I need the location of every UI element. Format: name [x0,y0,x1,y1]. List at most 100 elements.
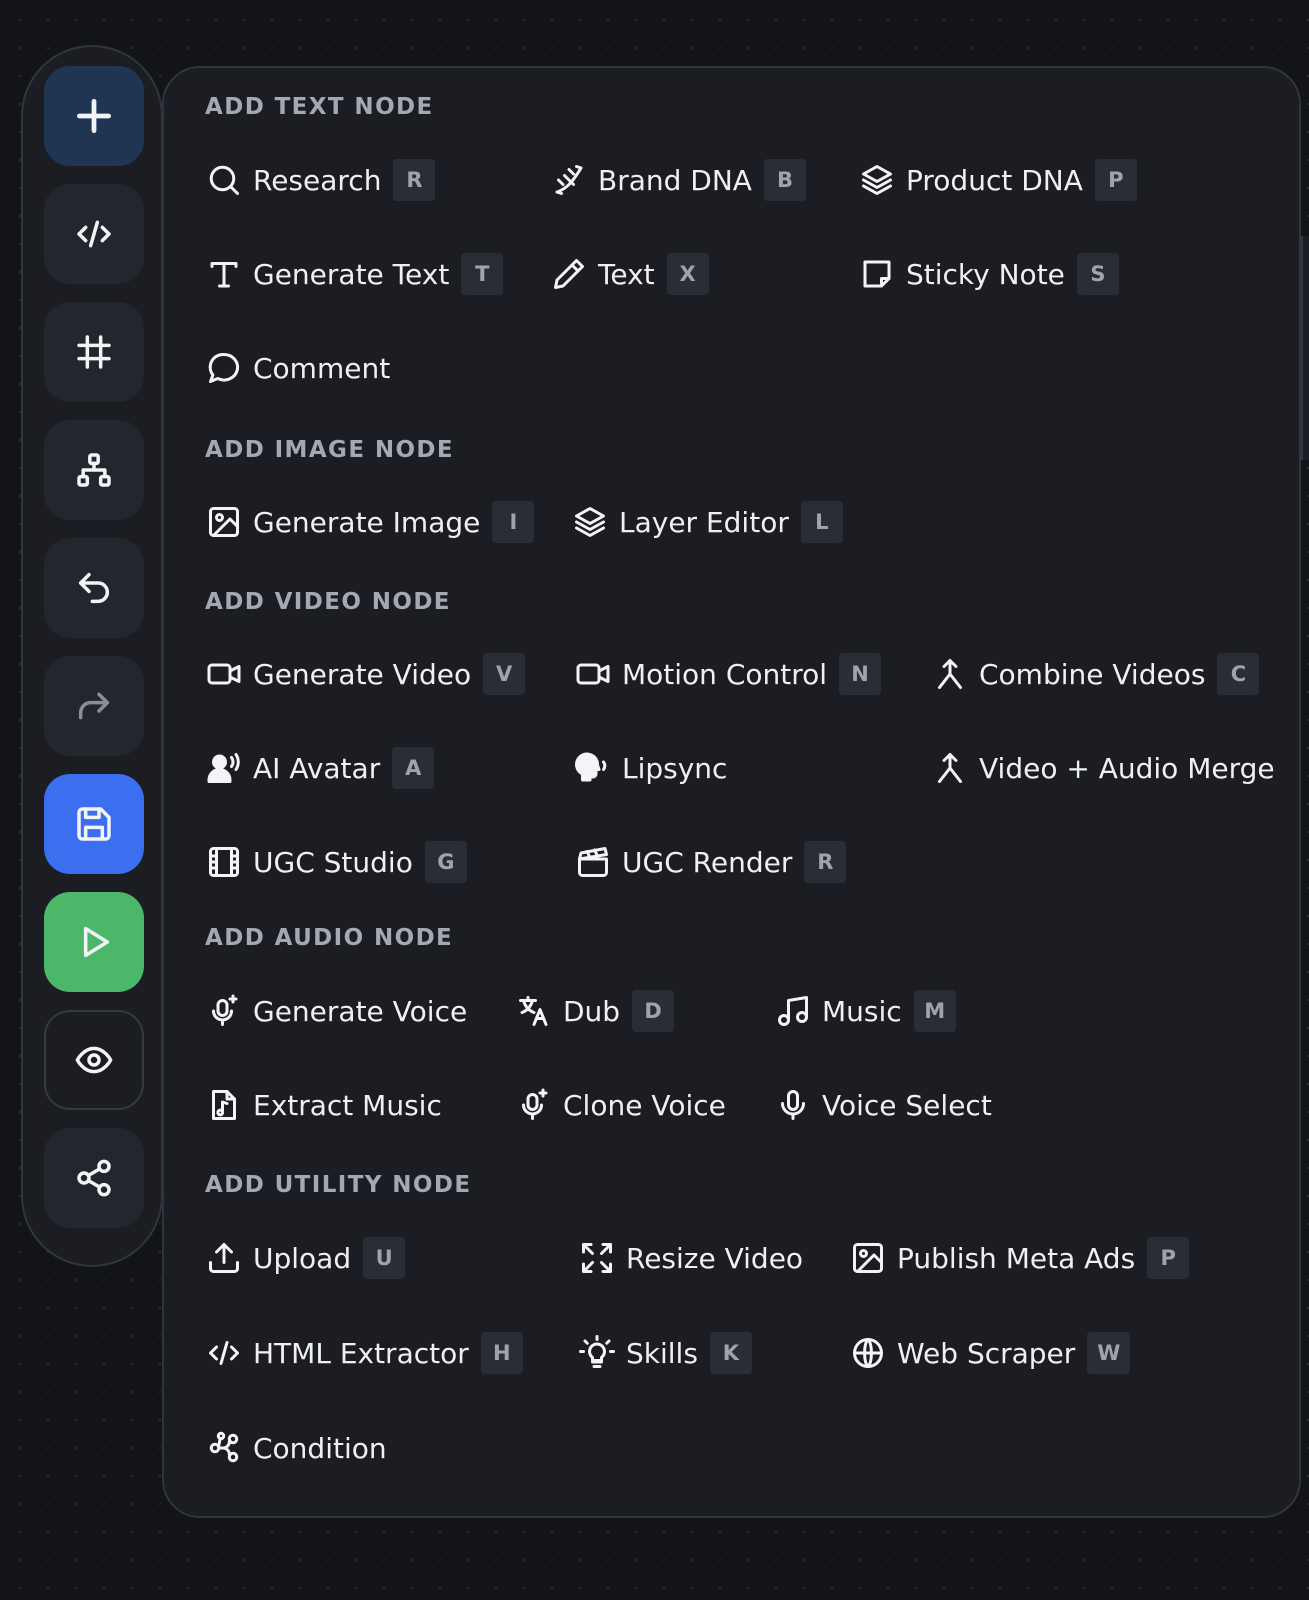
menu-item-generate-text[interactable]: Generate Text T [205,252,504,296]
share-icon [77,1159,111,1197]
menu-item-music[interactable]: Music M [774,989,956,1033]
mic-sparkle-icon [515,1086,553,1124]
share-button[interactable] [44,1128,144,1228]
menu-item-comment[interactable]: Comment [205,346,390,390]
menu-item-layer-editor[interactable]: Layer Editor L [571,500,843,544]
shortcut-badge: P [1094,159,1137,201]
menu-item-upload[interactable]: Upload U [205,1236,406,1280]
menu-item-combine-videos[interactable]: Combine Videos C [931,652,1260,696]
comment-icon [205,349,243,387]
menu-item-video-audio-merge[interactable]: Video + Audio Merge [931,746,1275,790]
item-label: Research [253,163,382,197]
item-label: UGC Render [622,845,793,879]
menu-item-clone-voice[interactable]: Clone Voice [515,1083,726,1127]
item-label: Brand DNA [598,163,752,197]
globe-icon [849,1334,887,1372]
menu-item-skills[interactable]: Skills K [578,1331,752,1375]
section-title-utility: ADD UTILITY NODE [205,1172,472,1198]
shortcut-badge: G [424,841,467,883]
item-label: Generate Image [253,505,481,539]
code-button[interactable] [44,184,144,284]
hierarchy-icon [77,453,111,487]
menu-item-generate-video[interactable]: Generate Video V [205,652,526,696]
type-icon [205,255,243,293]
shortcut-badge: R [804,841,847,883]
sticky-note-icon [858,255,896,293]
item-label: UGC Studio [253,845,413,879]
menu-item-extract-music[interactable]: Extract Music [205,1083,442,1127]
menu-item-html-extractor[interactable]: HTML Extractor H [205,1331,523,1375]
item-label: Dub [563,994,621,1028]
lightbulb-icon [578,1334,616,1372]
shortcut-badge: C [1217,653,1260,695]
menu-item-generate-voice[interactable]: Generate Voice [205,989,467,1033]
menu-item-condition[interactable]: Condition [205,1426,387,1470]
image-icon [849,1239,887,1277]
menu-item-ai-avatar[interactable]: AI Avatar A [205,746,435,790]
menu-item-voice-select[interactable]: Voice Select [774,1083,992,1127]
structure-button[interactable] [44,420,144,520]
mic-icon [774,1086,812,1124]
menu-item-generate-image[interactable]: Generate Image I [205,500,535,544]
item-label: Resize Video [626,1241,804,1275]
item-label: AI Avatar [253,751,381,785]
merge-icon [931,749,969,787]
menu-item-product-dna[interactable]: Product DNA P [858,158,1137,202]
item-label: HTML Extractor [253,1336,469,1370]
menu-item-publish-meta-ads[interactable]: Publish Meta Ads P [849,1236,1190,1280]
item-label: Generate Video [253,657,472,691]
item-label: Generate Voice [253,994,468,1028]
frame-button[interactable] [44,302,144,402]
shortcut-badge: L [800,501,843,543]
code-icon [205,1334,243,1372]
redo-icon [78,692,110,720]
menu-item-resize-video[interactable]: Resize Video [578,1236,803,1280]
clapperboard-icon [574,843,612,881]
item-label: Layer Editor [619,505,789,539]
floppy-disk-icon [77,807,111,841]
shortcut-badge: D [632,990,675,1032]
shortcut-badge: P [1147,1237,1190,1279]
item-label: Clone Voice [563,1088,726,1122]
item-label: Text [598,257,655,291]
speaking-person-icon [205,749,243,787]
background-panel-edge [1301,236,1309,460]
shortcut-badge: S [1076,253,1119,295]
item-label: Upload [253,1241,352,1275]
layers-icon [571,503,609,541]
run-button[interactable] [44,892,144,992]
menu-item-lipsync[interactable]: Lipsync [574,746,727,790]
save-button[interactable] [44,774,144,874]
item-label: Publish Meta Ads [897,1241,1136,1275]
menu-item-web-scraper[interactable]: Web Scraper W [849,1331,1131,1375]
redo-button[interactable] [44,656,144,756]
item-label: Skills [626,1336,698,1370]
search-icon [205,161,243,199]
music-note-icon [774,992,812,1030]
undo-button[interactable] [44,538,144,638]
item-label: Sticky Note [906,257,1065,291]
menu-item-text[interactable]: Text X [550,252,709,296]
menu-item-motion-control[interactable]: Motion Control N [574,652,882,696]
section-title-image: ADD IMAGE NODE [205,437,455,463]
frame-icon [77,335,111,369]
menu-item-ugc-render[interactable]: UGC Render R [574,840,847,884]
add-node-button[interactable] [44,66,144,166]
speaking-head-icon [574,749,612,787]
menu-item-ugc-studio[interactable]: UGC Studio G [205,840,467,884]
flow-icon [205,1429,243,1467]
preview-button[interactable] [44,1010,144,1110]
undo-icon [78,572,110,604]
shortcut-badge: I [492,501,535,543]
item-label: Condition [253,1431,387,1465]
menu-item-sticky-note[interactable]: Sticky Note S [858,252,1119,296]
shortcut-badge: B [763,159,806,201]
upload-icon [205,1239,243,1277]
menu-item-brand-dna[interactable]: Brand DNA B [550,158,806,202]
menu-item-dub[interactable]: Dub D [515,989,675,1033]
item-label: Generate Text [253,257,450,291]
menu-item-research[interactable]: Research R [205,158,436,202]
resize-icon [578,1239,616,1277]
music-file-icon [205,1086,243,1124]
section-title-video: ADD VIDEO NODE [205,589,451,615]
